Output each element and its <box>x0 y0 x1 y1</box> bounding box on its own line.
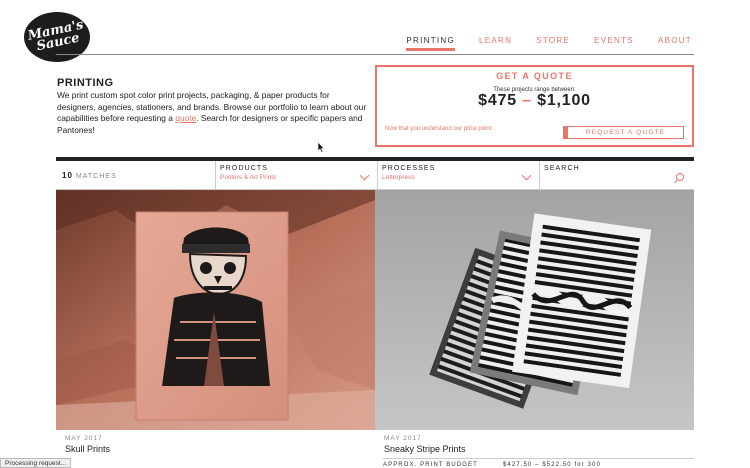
skull-prints-photo[interactable] <box>56 190 375 430</box>
page-title: PRINTING <box>57 77 114 89</box>
budget-divider <box>383 458 694 459</box>
main-nav: PRINTING LEARN STORE EVENTS ABOUT <box>406 36 692 51</box>
nav-about[interactable]: ABOUT <box>658 36 692 51</box>
nav-events[interactable]: EVENTS <box>594 36 634 51</box>
logo-text: Mama's Sauce <box>26 17 85 55</box>
nav-learn[interactable]: LEARN <box>479 36 512 51</box>
search-label: SEARCH <box>544 165 580 172</box>
quote-prompt: Now that you understand our price point: <box>385 126 494 132</box>
intro-text: We print custom spot color print project… <box>57 90 367 136</box>
match-count-number: 10 <box>62 171 73 180</box>
search-field[interactable]: SEARCH <box>540 161 694 189</box>
price-range: $475 – $1,100 <box>377 93 692 109</box>
print-budget: APPROX. PRINT BUDGET $427.50 – $522.50 fo… <box>383 462 601 468</box>
sneaky-stripe-photo[interactable] <box>375 190 694 430</box>
project-card[interactable]: MAY 2017 Skull Prints <box>56 190 375 468</box>
browser-status-bar: Processing request... <box>0 458 72 468</box>
price-high: $1,100 <box>537 92 591 109</box>
match-count: 10 MATCHES <box>56 161 216 189</box>
price-low: $475 <box>478 92 517 109</box>
products-label: PRODUCTS <box>220 165 269 172</box>
match-count-label: MATCHES <box>75 173 117 180</box>
header-divider <box>56 54 694 55</box>
products-value: Posters & Art Prints <box>220 174 277 181</box>
price-dash: – <box>522 92 532 109</box>
card-title[interactable]: Sneaky Stripe Prints <box>384 444 694 454</box>
card-title[interactable]: Skull Prints <box>65 444 375 454</box>
card-date: MAY 2017 <box>384 435 422 442</box>
project-card[interactable]: MAY 2017 Sneaky Stripe Prints APPROX. PR… <box>375 190 694 468</box>
quote-link[interactable]: quote <box>175 113 196 123</box>
budget-value: $427.50 – $522.50 for 300 <box>503 462 601 468</box>
processes-value: Letterpress <box>382 174 415 181</box>
filter-bar: 10 MATCHES PRODUCTS Posters & Art Prints … <box>56 157 694 190</box>
quote-heading: GET A QUOTE <box>496 71 573 81</box>
search-icon[interactable] <box>676 173 684 181</box>
budget-label: APPROX. PRINT BUDGET <box>383 462 478 468</box>
nav-store[interactable]: STORE <box>536 36 570 51</box>
quote-box: GET A QUOTE These projects range between… <box>375 65 694 147</box>
request-quote-button[interactable]: REQUEST A QUOTE <box>563 126 684 139</box>
processes-dropdown[interactable]: PROCESSES Letterpress <box>378 161 540 189</box>
products-dropdown[interactable]: PRODUCTS Posters & Art Prints <box>216 161 378 189</box>
nav-printing[interactable]: PRINTING <box>406 36 456 51</box>
processes-label: PROCESSES <box>382 165 436 172</box>
card-date: MAY 2017 <box>65 435 103 442</box>
mouse-cursor-icon <box>318 142 325 153</box>
